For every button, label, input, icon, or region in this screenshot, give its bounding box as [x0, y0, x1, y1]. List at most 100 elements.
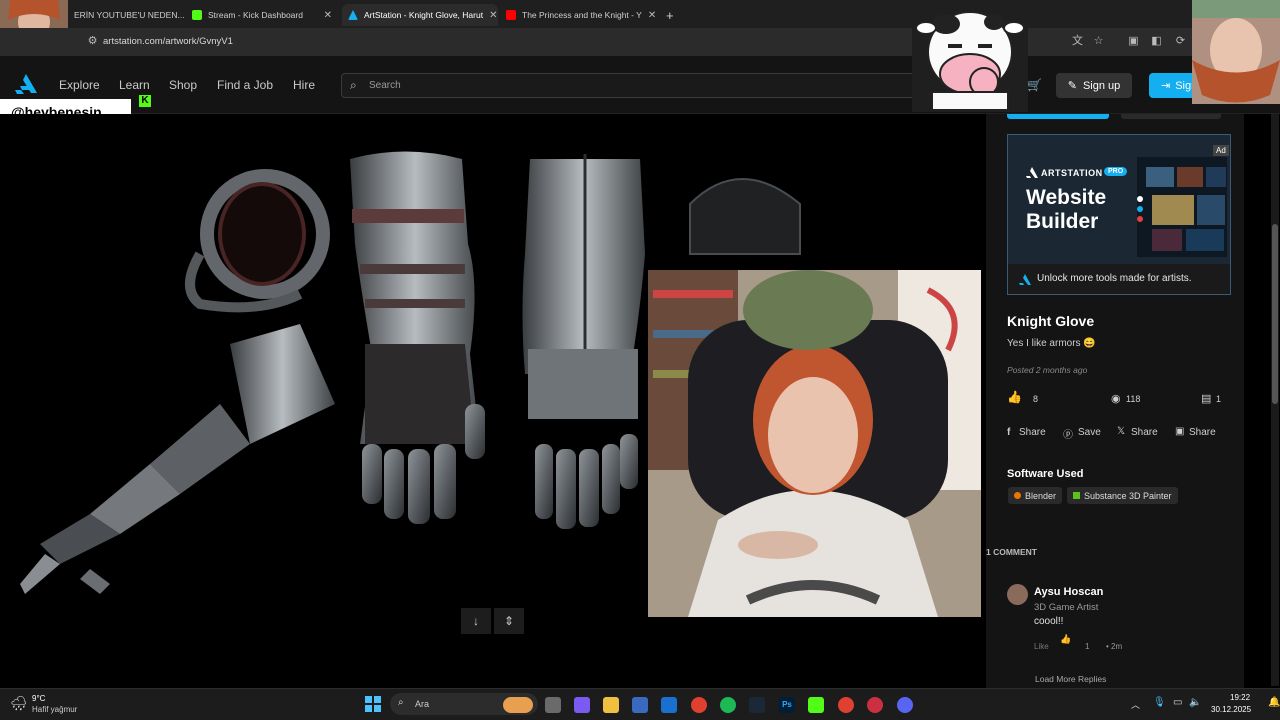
comments-panel [986, 564, 1244, 688]
microphone-icon[interactable]: 🎙 [1153, 697, 1166, 708]
scrollbar-thumb[interactable] [1272, 224, 1278, 404]
tab-youtube-princess[interactable]: The Princess and the Knight - Y ✕ [500, 4, 656, 26]
kick-app-icon[interactable] [808, 697, 824, 713]
signup-label: Sign up [1082, 79, 1121, 92]
views-icon: ◉ [1111, 393, 1121, 405]
app-icon[interactable] [867, 697, 883, 713]
glove-front-view [350, 151, 485, 524]
pencil-icon: ✎ [1067, 80, 1077, 92]
scrollbar[interactable] [1271, 114, 1279, 686]
outlook-icon[interactable] [661, 697, 677, 713]
share-facebook-button[interactable]: Share [1019, 427, 1046, 438]
sync-icon[interactable]: ⟳ [1174, 35, 1187, 48]
share-linkedin-button[interactable]: Share [1189, 427, 1216, 438]
site-info-icon[interactable]: ⚙ [86, 35, 99, 48]
load-more-replies-button[interactable]: Load More Replies [1035, 674, 1106, 684]
extensions-icon[interactable]: ▣ [1127, 35, 1140, 48]
weather-temperature[interactable]: 9°C [32, 694, 45, 703]
artstation-logo-icon [1026, 167, 1038, 178]
notification-icon[interactable]: 🔔 [1268, 697, 1280, 708]
comment-author[interactable]: Aysu Hoscan [1034, 586, 1103, 598]
save-pinterest-button[interactable]: Save [1078, 427, 1101, 438]
weather-icon[interactable]: 🌧 [10, 695, 28, 712]
tab-youtube[interactable]: ERİN YOUTUBE'U NEDEN... ✕ [68, 4, 184, 26]
search-highlight-icon[interactable] [503, 697, 533, 713]
search-icon: ⌕ [398, 697, 404, 708]
volume-icon[interactable]: 🔈 [1189, 697, 1201, 708]
thumbs-up-icon[interactable]: 👍 [1060, 634, 1071, 645]
translate-icon[interactable]: 文 [1071, 35, 1084, 48]
like-icon[interactable]: 👍 [1007, 390, 1022, 404]
new-tab-button[interactable]: + [660, 4, 680, 26]
tab-label: The Princess and the Knight - Y [522, 10, 642, 20]
likes-count: 8 [1033, 394, 1039, 404]
bookmark-star-icon[interactable]: ☆ [1092, 35, 1105, 48]
ad-banner[interactable]: Ad ARTSTATION PRO Website Builder Unlock… [1007, 134, 1231, 295]
close-icon[interactable]: ✕ [489, 10, 497, 21]
views-count: 118 [1126, 394, 1141, 404]
search-placeholder: Search [369, 80, 401, 91]
artstation-logo-icon [1019, 274, 1031, 285]
avatar[interactable] [1007, 584, 1028, 605]
nav-learn[interactable]: Learn [119, 78, 150, 92]
nav-hire[interactable]: Hire [293, 78, 315, 92]
nav-shop[interactable]: Shop [169, 78, 197, 92]
blender-icon [1014, 492, 1021, 499]
task-view-icon[interactable] [545, 697, 561, 713]
cart-icon[interactable]: 🛒 [1027, 78, 1042, 92]
linkedin-icon[interactable]: ▣ [1175, 426, 1184, 437]
tab-label: ERİN YOUTUBE'U NEDEN... [74, 10, 184, 20]
glove-cuff-ring [185, 169, 330, 313]
nav-explore[interactable]: Explore [59, 78, 100, 92]
close-icon[interactable]: ✕ [324, 10, 332, 21]
copilot-icon[interactable] [574, 697, 590, 713]
taskbar-clock-time[interactable]: 19:22 [1230, 693, 1250, 702]
close-icon[interactable]: ✕ [648, 10, 656, 21]
ad-brand: ARTSTATION [1041, 168, 1103, 178]
search-icon: ⌕ [350, 78, 357, 92]
software-chip-substance[interactable]: Substance 3D Painter [1067, 487, 1178, 504]
tab-artstation[interactable]: ArtStation - Knight Glove, Harut ✕ [342, 4, 498, 26]
spotify-icon[interactable] [720, 697, 736, 713]
steam-icon[interactable] [749, 697, 765, 713]
follow-button[interactable] [1007, 114, 1109, 119]
comment-author-role: 3D Game Artist [1034, 602, 1099, 613]
artstation-logo-icon[interactable] [14, 73, 38, 95]
comment-text: coool!! [1034, 616, 1064, 627]
store-icon[interactable] [632, 697, 648, 713]
signup-button[interactable]: ✎ Sign up [1056, 73, 1132, 98]
facebook-icon[interactable]: f [1007, 427, 1010, 438]
tab-kick-dashboard[interactable]: Stream - Kick Dashboard ✕ [186, 4, 338, 26]
pinterest-icon[interactable]: ⓟ [1063, 426, 1073, 441]
message-button[interactable] [1121, 114, 1221, 119]
fit-height-button[interactable]: ⇕ [494, 608, 524, 634]
cow-mascot-image [915, 11, 1025, 111]
signin-icon: ⇥ [1161, 80, 1171, 92]
chrome-icon-active[interactable] [838, 697, 854, 713]
puzzle-icon[interactable]: ◧ [1150, 35, 1163, 48]
x-icon[interactable]: 𝕏 [1117, 426, 1125, 437]
photoshop-icon[interactable]: Ps [779, 697, 795, 713]
share-x-button[interactable]: Share [1131, 427, 1158, 438]
windows-start-icon[interactable] [365, 696, 381, 712]
kick-logo-icon: K [139, 95, 151, 107]
comments-icon: ▤ [1201, 393, 1212, 405]
nav-find-a-job[interactable]: Find a Job [217, 78, 273, 92]
address-bar[interactable]: ⚙ artstation.com/artwork/GvnyV1 [0, 28, 1280, 56]
substance-icon [1073, 492, 1080, 499]
taskbar-clock-date[interactable]: 30.12.2025 [1211, 705, 1251, 714]
software-label: Substance 3D Painter [1084, 490, 1172, 501]
url-text[interactable]: artstation.com/artwork/GvnyV1 [103, 36, 233, 47]
chevron-up-icon[interactable]: ︿ [1131, 698, 1140, 711]
file-explorer-icon[interactable] [603, 697, 619, 713]
weather-description[interactable]: Hafif yağmur [32, 705, 77, 714]
ad-title-line1: Website [1026, 186, 1107, 209]
chrome-icon[interactable] [691, 697, 707, 713]
search-input[interactable] [341, 73, 921, 98]
software-chip-blender[interactable]: Blender [1008, 487, 1063, 504]
ad-badge: Ad [1213, 145, 1229, 156]
scroll-down-button[interactable]: ↓ [461, 608, 491, 634]
comment-like-button[interactable]: Like [1034, 642, 1049, 651]
network-icon[interactable]: ▭ [1173, 697, 1182, 708]
discord-icon[interactable] [897, 697, 913, 713]
